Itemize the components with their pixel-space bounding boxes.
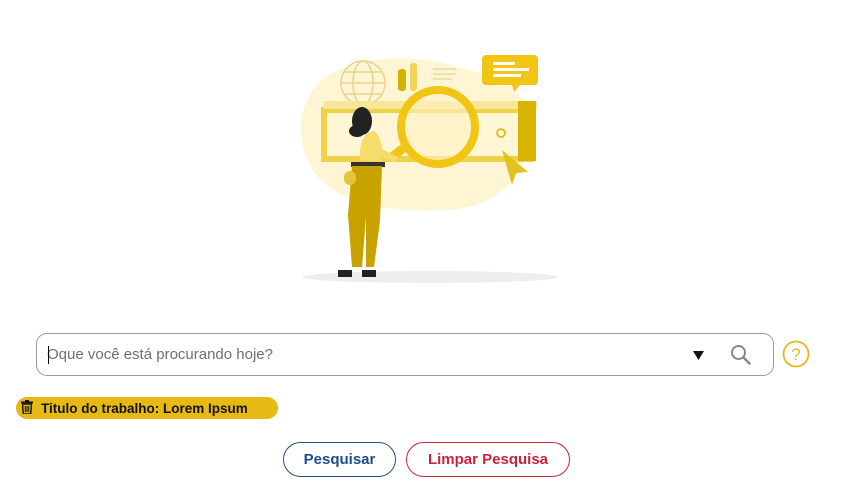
search-icon[interactable] xyxy=(729,343,753,367)
filter-chip: Titulo do trabalho: Lorem Ipsum xyxy=(16,397,278,419)
search-button[interactable]: Pesquisar xyxy=(283,442,396,477)
search-illustration xyxy=(300,55,558,283)
help-icon[interactable]: ? xyxy=(782,340,810,368)
text-cursor xyxy=(48,346,49,364)
trash-icon[interactable] xyxy=(21,400,35,416)
filter-chip-label: Titulo do trabalho: Lorem Ipsum xyxy=(41,400,248,416)
svg-text:?: ? xyxy=(791,345,800,364)
caret-down-icon[interactable] xyxy=(689,346,707,364)
search-input[interactable] xyxy=(47,334,677,375)
search-bar xyxy=(36,333,774,376)
clear-search-button[interactable]: Limpar Pesquisa xyxy=(406,442,570,477)
